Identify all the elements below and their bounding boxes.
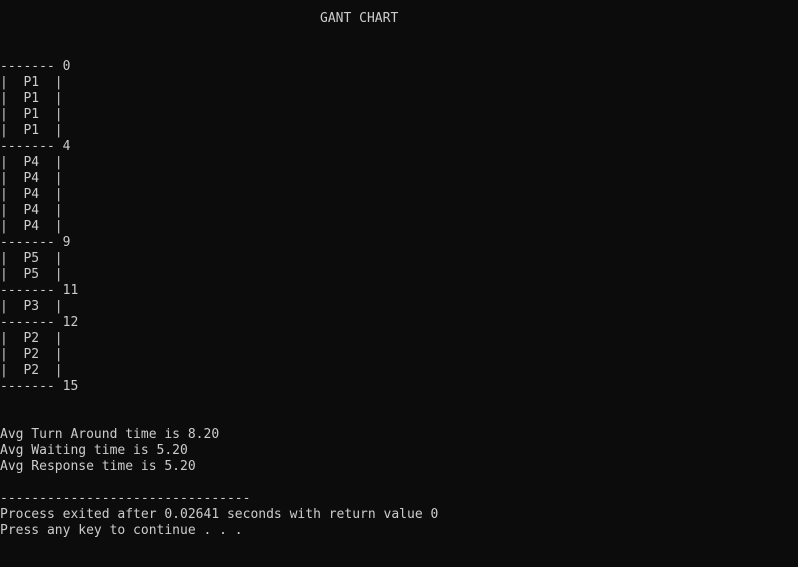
gantt-row: | P5 | <box>0 251 63 266</box>
stat-line: Avg Waiting time is 5.20 <box>0 443 188 458</box>
stat-line: Avg Turn Around time is 8.20 <box>0 427 220 442</box>
exit-message: Process exited after 0.02641 seconds wit… <box>0 507 439 522</box>
gantt-row: | P1 | <box>0 91 63 106</box>
gantt-row: | P1 | <box>0 123 63 138</box>
gantt-boundary: ------- 12 <box>0 315 79 330</box>
chart-title: GANT CHART <box>320 11 399 26</box>
gantt-row: | P3 | <box>0 299 63 314</box>
gantt-boundary: ------- 9 <box>0 235 71 250</box>
gantt-boundary: ------- 11 <box>0 283 79 298</box>
gantt-row: | P5 | <box>0 267 63 282</box>
gantt-row: | P1 | <box>0 75 63 90</box>
continue-prompt: Press any key to continue . . . <box>0 523 243 538</box>
gantt-row: | P4 | <box>0 187 63 202</box>
console-window[interactable]: GANT CHART ------- 0 | P1 | | P1 | | P1 | | … <box>0 0 798 567</box>
gantt-row: | P2 | <box>0 331 63 346</box>
gantt-row: | P4 | <box>0 219 63 234</box>
gantt-row: | P4 | <box>0 171 63 186</box>
gantt-row: | P1 | <box>0 107 63 122</box>
gantt-boundary: ------- 4 <box>0 139 71 154</box>
gantt-row: | P4 | <box>0 203 63 218</box>
gantt-row: | P2 | <box>0 347 63 362</box>
gantt-row: | P4 | <box>0 155 63 170</box>
gantt-row: | P2 | <box>0 363 63 378</box>
gantt-boundary: ------- 0 <box>0 59 71 74</box>
footer-divider: -------------------------------- <box>0 491 251 506</box>
gantt-boundary: ------- 15 <box>0 379 79 394</box>
stat-line: Avg Response time is 5.20 <box>0 459 196 474</box>
